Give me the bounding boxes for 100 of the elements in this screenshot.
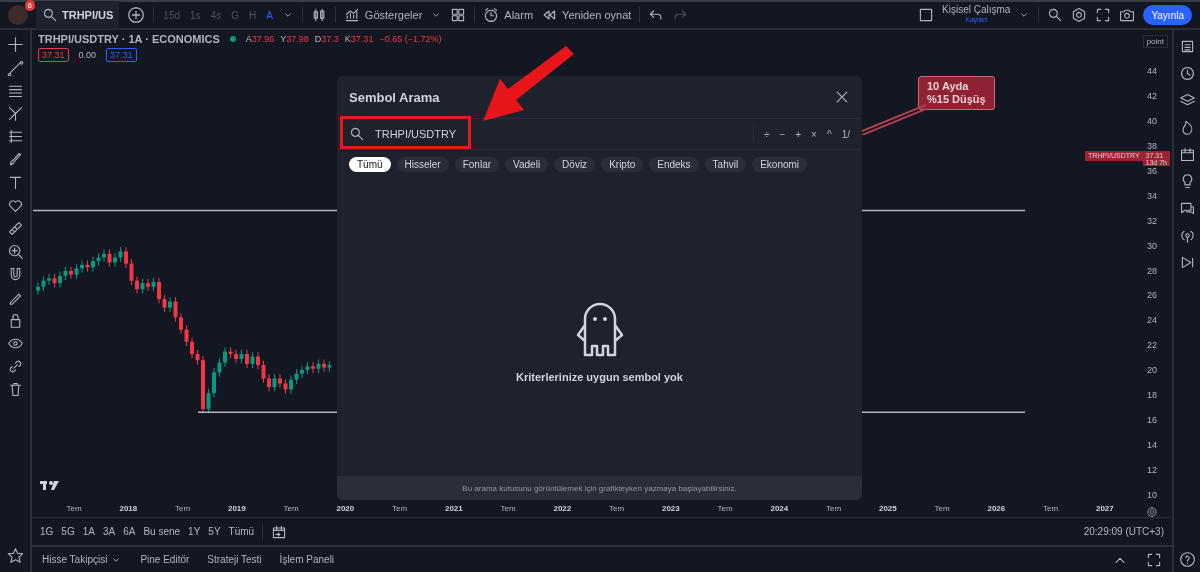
operator-button[interactable]: ^: [826, 128, 832, 140]
category-tab[interactable]: Tümü: [349, 157, 391, 172]
scale-unit-button[interactable]: point: [1142, 35, 1168, 48]
replay-button[interactable]: Yeniden oynat: [541, 7, 632, 23]
empty-message: Kriterlerinize uygun sembol yok: [516, 370, 683, 383]
time-tick: 2027: [1094, 503, 1115, 513]
square-icon[interactable]: [918, 7, 934, 23]
add-icon[interactable]: [127, 6, 146, 24]
crosshair-icon[interactable]: [6, 36, 24, 53]
time-tick: 2026: [986, 503, 1007, 513]
time-tick: 2019: [226, 503, 247, 513]
time-tick: 2023: [660, 503, 681, 513]
operator-button[interactable]: −: [779, 128, 786, 140]
layout-name[interactable]: Kişisel Çalışma: [942, 5, 1011, 15]
status-dot: [229, 36, 236, 42]
price-tick: 28: [1147, 265, 1157, 276]
price-tick: 26: [1147, 290, 1157, 301]
quick-search-icon[interactable]: [1047, 7, 1064, 23]
search-icon: [349, 126, 365, 142]
panel-tab[interactable]: Pine Editör: [140, 554, 190, 565]
price-tick: 32: [1147, 215, 1157, 226]
ruler-icon[interactable]: [6, 220, 24, 237]
range-button[interactable]: 1A: [82, 526, 95, 537]
price-tick: 20: [1147, 365, 1157, 376]
help-icon[interactable]: [1178, 551, 1196, 568]
calendar-icon[interactable]: [271, 523, 288, 540]
time-tick: 2018: [118, 503, 139, 513]
settings-icon[interactable]: [1146, 505, 1158, 518]
indicators-button[interactable]: Göstergeler: [343, 7, 423, 23]
interval-button[interactable]: A: [265, 9, 274, 21]
panel-tab[interactable]: Strateji Testi: [207, 554, 262, 565]
alarm-button[interactable]: Alarm: [483, 7, 534, 23]
range-button[interactable]: 6A: [123, 526, 136, 537]
close-icon[interactable]: [834, 89, 850, 105]
fibonacci-icon[interactable]: [6, 128, 24, 145]
operator-button[interactable]: +: [795, 128, 802, 140]
rewind-icon: [541, 7, 558, 23]
panel-tab[interactable]: İşlem Paneli: [279, 554, 335, 565]
range-button[interactable]: 5Y: [208, 526, 221, 537]
time-tick: Tem: [391, 503, 409, 513]
zoom-icon[interactable]: [6, 243, 24, 260]
alarm-clock-icon: [483, 7, 500, 23]
bar-chart-icon: [343, 7, 360, 23]
camera-icon[interactable]: [1119, 7, 1136, 23]
category-tab[interactable]: Kripto: [601, 157, 644, 172]
time-tick: Tem: [716, 503, 734, 513]
range-button[interactable]: Bu sene: [143, 526, 181, 537]
range-button[interactable]: Tümü: [228, 526, 255, 537]
range-button[interactable]: 1Y: [188, 526, 201, 537]
callout: 10 Ayda %15 Düşüş: [918, 76, 995, 110]
price-tick: 44: [1147, 66, 1157, 77]
category-tab[interactable]: Endeks: [649, 157, 699, 172]
price-tick: 30: [1147, 240, 1157, 251]
leader-line: [862, 101, 926, 135]
price-tick: 14: [1147, 439, 1157, 450]
category-tab[interactable]: Tahvil: [704, 157, 747, 172]
range-button[interactable]: 3A: [102, 526, 116, 537]
footer-hint: Bu arama kutusunu görüntülemek için grafikteyken yazmaya başlayabilirsiniz.: [462, 483, 737, 493]
time-tick: Tem: [1042, 503, 1060, 513]
chart-title[interactable]: TRHPI/USDTRY · 1A · ECONOMICS: [38, 33, 220, 45]
time-tick: 2025: [877, 503, 898, 513]
price-box[interactable]: 0.00: [74, 48, 101, 62]
price-box[interactable]: 37.31: [106, 48, 137, 62]
notification-badge: 6: [24, 0, 35, 11]
category-tab[interactable]: Fonlar: [454, 157, 500, 172]
price-change: −0.65 (−1.72%): [379, 34, 442, 44]
search-field[interactable]: TRHPI/USDTRY: [375, 128, 743, 140]
operator-button[interactable]: ÷: [763, 128, 770, 140]
ohlc-value: Y37.98: [280, 34, 309, 44]
clock[interactable]: 20:29:09 (UTC+3): [1083, 526, 1164, 537]
grid-icon[interactable]: [450, 7, 467, 23]
time-tick: Tem: [933, 503, 951, 513]
calendar-icon[interactable]: [1178, 146, 1196, 163]
category-tab[interactable]: Hisseler: [396, 157, 449, 172]
avatar[interactable]: [8, 5, 28, 25]
star-icon[interactable]: [6, 547, 24, 564]
range-button[interactable]: 1G: [40, 526, 54, 537]
category-tab[interactable]: Vadeli: [505, 157, 549, 172]
clock-icon[interactable]: [1178, 65, 1196, 82]
publish-button[interactable]: Yayınla: [1143, 5, 1192, 25]
category-tab[interactable]: Döviz: [554, 157, 596, 172]
settings-icon[interactable]: [1071, 7, 1088, 23]
range-button[interactable]: 5G: [61, 526, 75, 537]
panel-tab[interactable]: Hisse Takipçisi: [42, 553, 123, 566]
trend-line-icon[interactable]: [6, 59, 24, 76]
operator-button[interactable]: ×: [811, 128, 817, 140]
symbol-search-button[interactable]: TRHPI/US: [36, 1, 120, 29]
time-tick: Tem: [825, 503, 843, 513]
price-box[interactable]: 37.31: [38, 48, 69, 62]
pitchfork-icon[interactable]: [6, 105, 24, 122]
chat-icon[interactable]: [1178, 200, 1196, 217]
time-tick: Tem: [608, 503, 626, 513]
heart-icon[interactable]: [6, 197, 24, 214]
time-tick: Tem: [174, 503, 192, 513]
maximize-icon[interactable]: [1146, 551, 1162, 568]
price-tick: 40: [1147, 116, 1157, 127]
search-icon: [42, 7, 58, 23]
operator-button[interactable]: 1/: [841, 128, 850, 140]
category-tab[interactable]: Ekonomi: [752, 157, 808, 172]
fullscreen-icon[interactable]: [1095, 7, 1112, 23]
